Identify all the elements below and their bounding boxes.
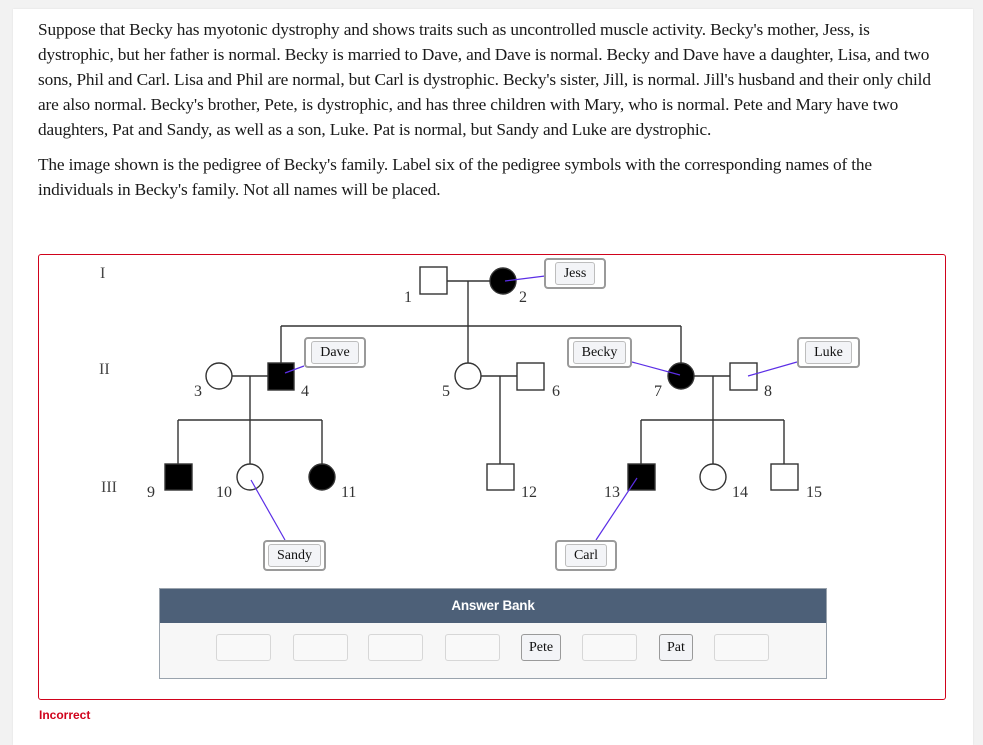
answer-bank-slot-empty[interactable]	[216, 634, 271, 661]
placed-label-luke[interactable]: Luke	[797, 337, 860, 368]
label-chip-becky[interactable]: Becky	[572, 341, 627, 364]
prompt-paragraph-scenario: Suppose that Becky has myotonic dystroph…	[38, 20, 931, 139]
answer-bank-slot-empty[interactable]	[293, 634, 348, 661]
answer-bank-slot-empty[interactable]	[368, 634, 423, 661]
label-chip-jess[interactable]: Jess	[554, 262, 596, 285]
status-incorrect: Incorrect	[39, 708, 91, 722]
answer-bank: Answer Bank Pete Pat	[159, 588, 827, 679]
answer-bank-slot-empty[interactable]	[582, 634, 637, 661]
placed-label-sandy[interactable]: Sandy	[263, 540, 326, 571]
answer-token-pete[interactable]: Pete	[521, 634, 562, 661]
label-chip-sandy[interactable]: Sandy	[268, 544, 321, 567]
answer-bank-title: Answer Bank	[160, 589, 826, 623]
answer-bank-slot-empty[interactable]	[445, 634, 500, 661]
answer-token-pat[interactable]: Pat	[659, 634, 693, 661]
placed-label-carl[interactable]: Carl	[555, 540, 617, 571]
prompt-paragraph-instructions: The image shown is the pedigree of Becky…	[38, 155, 872, 199]
answer-bank-slots: Pete Pat	[160, 623, 826, 678]
question-prompt: Suppose that Becky has myotonic dystroph…	[38, 17, 948, 212]
answer-bank-slot-empty[interactable]	[714, 634, 769, 661]
label-chip-dave[interactable]: Dave	[311, 341, 359, 364]
placed-label-dave[interactable]: Dave	[304, 337, 366, 368]
label-chip-luke[interactable]: Luke	[805, 341, 852, 364]
label-chip-carl[interactable]: Carl	[564, 544, 608, 567]
placed-label-becky[interactable]: Becky	[567, 337, 632, 368]
placed-label-jess[interactable]: Jess	[544, 258, 606, 289]
